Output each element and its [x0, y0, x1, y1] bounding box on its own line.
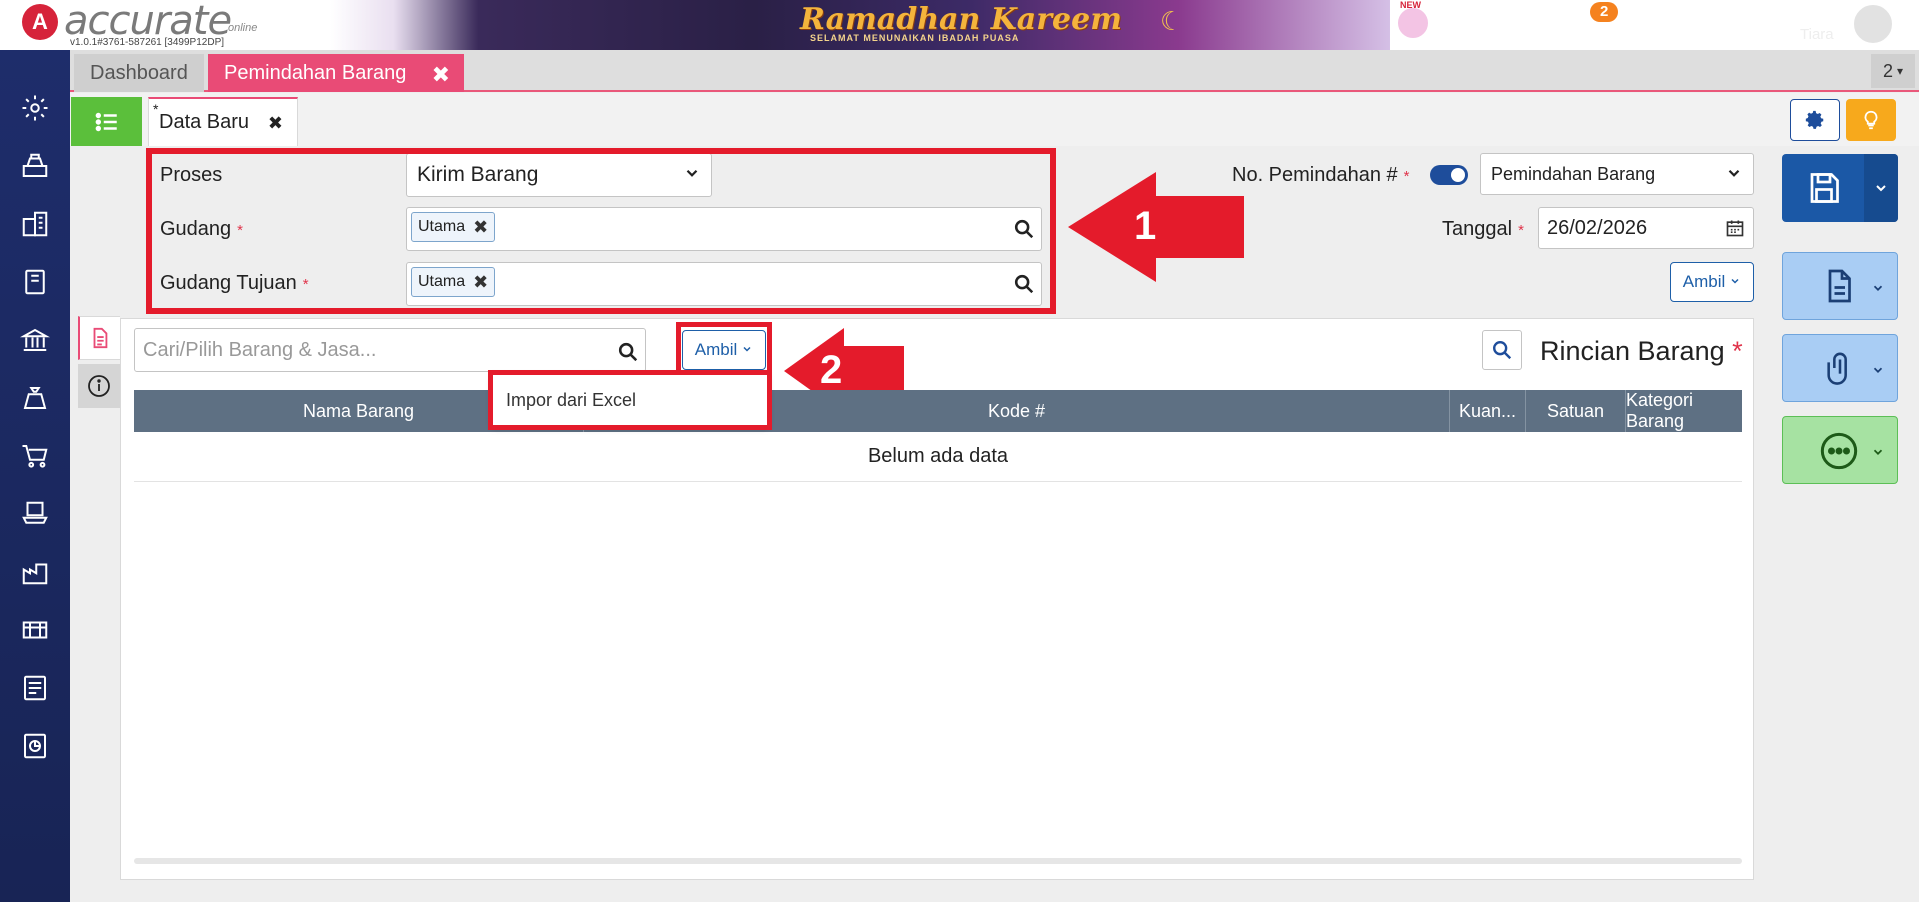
unsaved-marker: *	[153, 101, 159, 117]
items-table-header: Nama Barang Kode # Kuan... Satuan Katego…	[134, 390, 1742, 432]
column-kategori-barang[interactable]: Kategori Barang	[1626, 390, 1742, 432]
sidebar	[0, 50, 70, 902]
info-tab[interactable]	[78, 364, 120, 408]
avatar[interactable]	[1852, 3, 1894, 45]
user-company-name[interactable]: Fifi Fashion	[1722, 2, 1831, 26]
annotation-arrow-1	[1068, 172, 1244, 282]
paperclip-icon	[1823, 349, 1857, 392]
search-icon[interactable]	[1460, 8, 1494, 42]
user-name: Tiara	[1800, 26, 1834, 43]
close-icon[interactable]: ✖	[432, 62, 450, 88]
floppy-disk-icon	[1806, 170, 1842, 211]
item-search-input[interactable]: Cari/Pilih Barang & Jasa...	[134, 328, 646, 372]
save-options-dropdown[interactable]	[1864, 154, 1898, 222]
chevron-down-icon	[1871, 363, 1885, 382]
annotation-highlight-box-1	[146, 148, 1056, 314]
factory-icon[interactable]	[17, 554, 53, 590]
logo-mark: A	[22, 4, 58, 40]
column-satuan[interactable]: Satuan	[1526, 390, 1626, 432]
app-version: v1.0.1#3761-587261 [3499P12DP]	[70, 37, 225, 48]
subtab-label: Data Baru	[159, 111, 250, 133]
ramadan-banner: Ramadhan Kareem SELAMAT MENUNAIKAN IBADA…	[330, 0, 1390, 50]
top-header: A accurate online v1.0.1#3761-587261 [34…	[0, 0, 1919, 50]
notification-count-badge: 2	[1590, 2, 1619, 22]
save-button[interactable]	[1782, 154, 1898, 222]
ambil-label: Ambil	[1682, 272, 1726, 291]
annotation-number-1: 1	[1134, 204, 1157, 248]
chevron-down-icon	[1876, 185, 1886, 192]
chevron-down-icon	[1729, 272, 1741, 292]
tab-pemindahan-barang[interactable]: Pemindahan Barang ✖	[208, 54, 464, 92]
tab-count: 2	[1882, 60, 1893, 81]
empty-table-message: Belum ada data	[134, 432, 1742, 482]
tab-dashboard[interactable]: Dashboard	[74, 54, 204, 92]
search-icon	[1493, 341, 1512, 360]
banner-subtitle: SELAMAT MENUNAIKAN IBADAH PUASA	[810, 33, 1020, 43]
item-search-placeholder: Cari/Pilih Barang & Jasa...	[143, 338, 377, 361]
list-view-button[interactable]	[71, 97, 142, 146]
bank-icon[interactable]	[17, 322, 53, 358]
logo-online: online	[228, 22, 258, 34]
tab-data-baru[interactable]: * Data Baru ✖	[148, 97, 298, 146]
more-actions-button[interactable]	[1782, 416, 1898, 484]
tab-count-dropdown[interactable]: 2 ▾	[1871, 54, 1915, 88]
required-marker: *	[1403, 168, 1410, 185]
tab-label: Pemindahan Barang	[224, 61, 407, 84]
tanggal-date-input[interactable]: 26/02/2026	[1538, 207, 1754, 249]
tanggal-label: Tanggal *	[1442, 218, 1524, 241]
column-kuantitas[interactable]: Kuan...	[1450, 390, 1526, 432]
chevron-down-icon: ▾	[1896, 64, 1904, 78]
no-pemindahan-value: Pemindahan Barang	[1491, 163, 1656, 184]
chevron-down-icon	[1871, 281, 1885, 300]
ambil-header-button[interactable]: Ambil	[1670, 262, 1754, 302]
annotation-number-2: 2	[820, 348, 843, 392]
table-horizontal-scrollbar[interactable]	[134, 858, 1742, 864]
chevron-down-icon	[1725, 164, 1743, 187]
form-toolbar: * Data Baru ✖	[70, 93, 1919, 146]
no-pemindahan-select[interactable]: Pemindahan Barang	[1480, 153, 1754, 195]
new-badge-label: NEW	[1400, 0, 1421, 10]
logo[interactable]: A accurate online v1.0.1#3761-587261 [34…	[0, 0, 380, 50]
more-dots-icon	[1819, 431, 1859, 476]
book-icon[interactable]	[17, 264, 53, 300]
tanggal-value: 26/02/2026	[1547, 216, 1648, 239]
required-marker: *	[1732, 336, 1743, 366]
auto-number-toggle[interactable]	[1430, 165, 1468, 185]
annotation-highlight-box-dropdown	[488, 370, 772, 430]
document-list-icon	[93, 327, 108, 349]
new-feature-icon[interactable]	[1396, 6, 1430, 40]
document-actions-button[interactable]	[1782, 252, 1898, 320]
moon-icon: ☾	[1160, 6, 1184, 36]
no-pemindahan-label: No. Pemindahan # *	[1232, 164, 1410, 187]
no-pemindahan-label-text: No. Pemindahan #	[1232, 164, 1398, 186]
inventory-icon[interactable]	[17, 612, 53, 648]
banner-title: Ramadhan Kareem	[800, 2, 1122, 37]
document-icon	[1821, 267, 1857, 310]
tanggal-label-text: Tanggal	[1442, 218, 1513, 240]
tab-bar: Dashboard Pemindahan Barang ✖ 2 ▾	[70, 50, 1919, 92]
chevron-down-icon	[1871, 445, 1885, 464]
tax-icon[interactable]	[17, 670, 53, 706]
money-bag-icon[interactable]	[17, 380, 53, 416]
rincian-title-text: Rincian Barang	[1540, 336, 1725, 366]
form-settings-button[interactable]	[1790, 99, 1840, 141]
store-cart-icon[interactable]	[17, 496, 53, 532]
cart-icon[interactable]	[17, 438, 53, 474]
calendar-icon[interactable]	[1725, 218, 1745, 244]
cash-register-icon[interactable]	[17, 148, 53, 184]
rincian-barang-title: Rincian Barang *	[1540, 336, 1743, 367]
search-icon[interactable]	[617, 341, 639, 369]
required-marker: *	[1518, 222, 1524, 239]
settings-icon[interactable]	[17, 90, 53, 126]
building-icon[interactable]	[17, 206, 53, 242]
close-icon[interactable]: ✖	[268, 113, 283, 134]
report-chart-icon[interactable]	[17, 728, 53, 764]
help-icon[interactable]	[1524, 8, 1558, 42]
tips-button[interactable]	[1846, 99, 1896, 141]
detail-items-tab[interactable]	[78, 316, 120, 360]
attachment-button[interactable]	[1782, 334, 1898, 402]
info-icon	[88, 375, 110, 397]
table-search-button[interactable]	[1482, 330, 1522, 370]
